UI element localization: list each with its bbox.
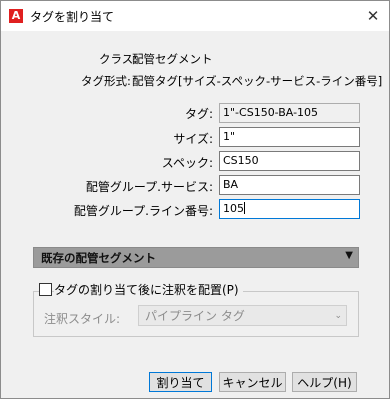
cancel-button[interactable]: キャンセル — [219, 372, 286, 392]
help-button[interactable]: ヘルプ(H) — [292, 372, 357, 392]
dialog-title: タグを割り当て — [30, 10, 115, 24]
class-value: 配管セグメント — [132, 52, 213, 66]
service-field[interactable]: BA — [219, 175, 360, 195]
place-annotation-checkbox[interactable] — [39, 283, 52, 296]
service-label: 配管グループ.サービス: — [85, 180, 213, 194]
annotation-style-select: パイプライン タグ ⌄ — [138, 305, 347, 326]
spec-field[interactable]: CS150 — [219, 151, 360, 171]
existing-segment-header[interactable]: 既存の配管セグメント ▼ — [33, 247, 359, 268]
line-number-label: 配管グループ.ライン番号: — [73, 204, 213, 218]
autocad-icon: A — [9, 9, 23, 23]
assign-button[interactable]: 割り当て — [149, 372, 212, 392]
close-button[interactable]: ✕ — [363, 6, 383, 26]
assign-tag-dialog: A タグを割り当て ✕ クラス: 配管セグメント タグ形式: 配管タグ[サイズ-… — [0, 0, 390, 399]
annotation-style-label: 注釈スタイル: — [44, 312, 121, 326]
existing-segment-title: 既存の配管セグメント — [41, 251, 156, 265]
size-field[interactable]: 1" — [219, 127, 360, 147]
tag-label: タグ: — [184, 107, 213, 121]
tag-format-value: 配管タグ[サイズ-スペック-サービス-ライン番号] — [132, 74, 383, 88]
chevron-down-icon: ⌄ — [334, 311, 342, 321]
annotation-style-value: パイプライン タグ — [145, 309, 245, 323]
spec-label: スペック: — [161, 156, 213, 170]
text-caret — [244, 202, 245, 214]
title-bar: A タグを割り当て ✕ — [1, 1, 389, 31]
line-number-value: 105 — [223, 202, 244, 215]
tag-field: 1"-CS150-BA-105 — [219, 103, 360, 123]
size-label: サイズ: — [173, 132, 213, 146]
tag-format-label: タグ形式: — [81, 74, 131, 88]
line-number-field[interactable]: 105 — [219, 199, 360, 219]
place-annotation-label[interactable]: タグの割り当て後に注釈を配置(P) — [54, 281, 243, 298]
expand-arrow-icon: ▼ — [345, 250, 353, 261]
